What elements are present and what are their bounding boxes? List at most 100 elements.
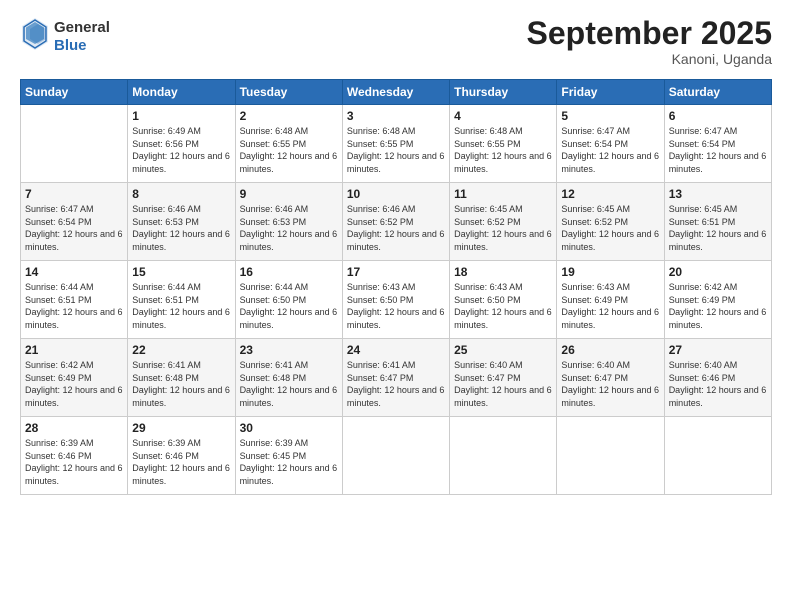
header-row: Sunday Monday Tuesday Wednesday Thursday… (21, 80, 772, 105)
day-number: 28 (25, 421, 123, 435)
logo: General Blue (20, 16, 110, 57)
header: General Blue September 2025 Kanoni, Ugan… (20, 16, 772, 67)
day-info: Sunrise: 6:41 AMSunset: 6:48 PMDaylight:… (240, 360, 338, 408)
table-cell: 2 Sunrise: 6:48 AMSunset: 6:55 PMDayligh… (235, 105, 342, 183)
table-cell: 23 Sunrise: 6:41 AMSunset: 6:48 PMDaylig… (235, 339, 342, 417)
table-cell: 24 Sunrise: 6:41 AMSunset: 6:47 PMDaylig… (342, 339, 449, 417)
day-info: Sunrise: 6:43 AMSunset: 6:49 PMDaylight:… (561, 282, 659, 330)
table-cell (664, 417, 771, 495)
table-cell: 30 Sunrise: 6:39 AMSunset: 6:45 PMDaylig… (235, 417, 342, 495)
day-info: Sunrise: 6:48 AMSunset: 6:55 PMDaylight:… (347, 126, 445, 174)
day-number: 21 (25, 343, 123, 357)
day-info: Sunrise: 6:41 AMSunset: 6:47 PMDaylight:… (347, 360, 445, 408)
day-number: 13 (669, 187, 767, 201)
day-number: 17 (347, 265, 445, 279)
col-tuesday: Tuesday (235, 80, 342, 105)
day-number: 2 (240, 109, 338, 123)
day-info: Sunrise: 6:43 AMSunset: 6:50 PMDaylight:… (454, 282, 552, 330)
day-number: 16 (240, 265, 338, 279)
day-number: 8 (132, 187, 230, 201)
col-friday: Friday (557, 80, 664, 105)
day-info: Sunrise: 6:39 AMSunset: 6:46 PMDaylight:… (132, 438, 230, 486)
table-cell: 17 Sunrise: 6:43 AMSunset: 6:50 PMDaylig… (342, 261, 449, 339)
title-block: September 2025 Kanoni, Uganda (527, 16, 772, 67)
table-cell: 4 Sunrise: 6:48 AMSunset: 6:55 PMDayligh… (450, 105, 557, 183)
location: Kanoni, Uganda (527, 51, 772, 67)
table-cell: 12 Sunrise: 6:45 AMSunset: 6:52 PMDaylig… (557, 183, 664, 261)
day-info: Sunrise: 6:40 AMSunset: 6:47 PMDaylight:… (561, 360, 659, 408)
day-number: 4 (454, 109, 552, 123)
day-info: Sunrise: 6:48 AMSunset: 6:55 PMDaylight:… (454, 126, 552, 174)
day-number: 30 (240, 421, 338, 435)
day-info: Sunrise: 6:48 AMSunset: 6:55 PMDaylight:… (240, 126, 338, 174)
logo-icon (20, 16, 50, 52)
table-cell: 14 Sunrise: 6:44 AMSunset: 6:51 PMDaylig… (21, 261, 128, 339)
table-cell (21, 105, 128, 183)
day-info: Sunrise: 6:43 AMSunset: 6:50 PMDaylight:… (347, 282, 445, 330)
table-cell: 18 Sunrise: 6:43 AMSunset: 6:50 PMDaylig… (450, 261, 557, 339)
table-cell: 6 Sunrise: 6:47 AMSunset: 6:54 PMDayligh… (664, 105, 771, 183)
table-cell: 22 Sunrise: 6:41 AMSunset: 6:48 PMDaylig… (128, 339, 235, 417)
table-cell: 8 Sunrise: 6:46 AMSunset: 6:53 PMDayligh… (128, 183, 235, 261)
table-cell: 15 Sunrise: 6:44 AMSunset: 6:51 PMDaylig… (128, 261, 235, 339)
table-cell: 16 Sunrise: 6:44 AMSunset: 6:50 PMDaylig… (235, 261, 342, 339)
day-number: 18 (454, 265, 552, 279)
day-info: Sunrise: 6:47 AMSunset: 6:54 PMDaylight:… (561, 126, 659, 174)
day-info: Sunrise: 6:44 AMSunset: 6:51 PMDaylight:… (132, 282, 230, 330)
table-cell: 27 Sunrise: 6:40 AMSunset: 6:46 PMDaylig… (664, 339, 771, 417)
day-info: Sunrise: 6:49 AMSunset: 6:56 PMDaylight:… (132, 126, 230, 174)
table-cell: 26 Sunrise: 6:40 AMSunset: 6:47 PMDaylig… (557, 339, 664, 417)
logo-text-line2: Blue (54, 37, 110, 55)
day-number: 22 (132, 343, 230, 357)
page: General Blue September 2025 Kanoni, Ugan… (0, 0, 792, 612)
col-wednesday: Wednesday (342, 80, 449, 105)
day-number: 7 (25, 187, 123, 201)
table-cell: 29 Sunrise: 6:39 AMSunset: 6:46 PMDaylig… (128, 417, 235, 495)
day-number: 27 (669, 343, 767, 357)
day-number: 15 (132, 265, 230, 279)
day-number: 19 (561, 265, 659, 279)
day-number: 10 (347, 187, 445, 201)
col-sunday: Sunday (21, 80, 128, 105)
table-cell: 19 Sunrise: 6:43 AMSunset: 6:49 PMDaylig… (557, 261, 664, 339)
table-cell (450, 417, 557, 495)
day-info: Sunrise: 6:41 AMSunset: 6:48 PMDaylight:… (132, 360, 230, 408)
table-cell: 9 Sunrise: 6:46 AMSunset: 6:53 PMDayligh… (235, 183, 342, 261)
day-number: 6 (669, 109, 767, 123)
day-info: Sunrise: 6:40 AMSunset: 6:46 PMDaylight:… (669, 360, 767, 408)
day-info: Sunrise: 6:45 AMSunset: 6:52 PMDaylight:… (561, 204, 659, 252)
table-cell: 21 Sunrise: 6:42 AMSunset: 6:49 PMDaylig… (21, 339, 128, 417)
table-cell (342, 417, 449, 495)
day-info: Sunrise: 6:39 AMSunset: 6:45 PMDaylight:… (240, 438, 338, 486)
table-cell: 7 Sunrise: 6:47 AMSunset: 6:54 PMDayligh… (21, 183, 128, 261)
table-cell: 1 Sunrise: 6:49 AMSunset: 6:56 PMDayligh… (128, 105, 235, 183)
table-cell (557, 417, 664, 495)
day-number: 9 (240, 187, 338, 201)
day-number: 20 (669, 265, 767, 279)
day-number: 25 (454, 343, 552, 357)
day-number: 11 (454, 187, 552, 201)
day-number: 23 (240, 343, 338, 357)
day-info: Sunrise: 6:42 AMSunset: 6:49 PMDaylight:… (669, 282, 767, 330)
day-number: 26 (561, 343, 659, 357)
day-number: 3 (347, 109, 445, 123)
table-cell: 20 Sunrise: 6:42 AMSunset: 6:49 PMDaylig… (664, 261, 771, 339)
day-info: Sunrise: 6:39 AMSunset: 6:46 PMDaylight:… (25, 438, 123, 486)
day-info: Sunrise: 6:47 AMSunset: 6:54 PMDaylight:… (669, 126, 767, 174)
day-info: Sunrise: 6:47 AMSunset: 6:54 PMDaylight:… (25, 204, 123, 252)
day-number: 24 (347, 343, 445, 357)
day-number: 14 (25, 265, 123, 279)
day-info: Sunrise: 6:40 AMSunset: 6:47 PMDaylight:… (454, 360, 552, 408)
day-info: Sunrise: 6:45 AMSunset: 6:52 PMDaylight:… (454, 204, 552, 252)
day-info: Sunrise: 6:45 AMSunset: 6:51 PMDaylight:… (669, 204, 767, 252)
day-number: 29 (132, 421, 230, 435)
table-cell: 13 Sunrise: 6:45 AMSunset: 6:51 PMDaylig… (664, 183, 771, 261)
day-number: 12 (561, 187, 659, 201)
calendar-table: Sunday Monday Tuesday Wednesday Thursday… (20, 79, 772, 495)
logo-text-line1: General (54, 19, 110, 37)
day-info: Sunrise: 6:46 AMSunset: 6:53 PMDaylight:… (132, 204, 230, 252)
day-number: 5 (561, 109, 659, 123)
day-info: Sunrise: 6:46 AMSunset: 6:52 PMDaylight:… (347, 204, 445, 252)
table-cell: 5 Sunrise: 6:47 AMSunset: 6:54 PMDayligh… (557, 105, 664, 183)
day-info: Sunrise: 6:46 AMSunset: 6:53 PMDaylight:… (240, 204, 338, 252)
